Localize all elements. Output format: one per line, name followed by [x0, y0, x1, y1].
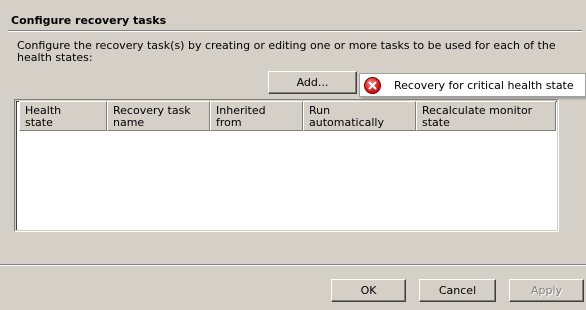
column-header-health-state[interactable]: Health state: [19, 101, 107, 131]
menu-item-label: Recovery for critical health state: [394, 78, 574, 92]
footer-separator: [0, 264, 586, 266]
recovery-critical-menu-item[interactable]: Recovery for critical health state: [360, 74, 585, 96]
grid-header: Health state Recovery task name Inherite…: [19, 101, 556, 131]
column-header-recalculate-monitor-state[interactable]: Recalculate monitor state: [416, 101, 556, 131]
column-header-recovery-task-name[interactable]: Recovery task name: [107, 101, 210, 131]
error-icon: [364, 76, 381, 94]
title-separator: [8, 30, 582, 32]
column-header-inherited-from[interactable]: Inherited from: [210, 101, 303, 131]
ok-button[interactable]: OK: [331, 279, 406, 302]
column-header-run-automatically[interactable]: Run automatically: [303, 101, 416, 131]
add-button[interactable]: Add...: [268, 71, 357, 94]
apply-button[interactable]: Apply: [509, 279, 584, 302]
add-dropdown-menu: Recovery for critical health state: [359, 73, 586, 97]
section-title: Configure recovery tasks: [11, 14, 167, 27]
section-description: Configure the recovery task(s) by creati…: [17, 39, 556, 64]
cancel-button[interactable]: Cancel: [419, 279, 496, 302]
recovery-tasks-grid[interactable]: Health state Recovery task name Inherite…: [14, 99, 559, 232]
